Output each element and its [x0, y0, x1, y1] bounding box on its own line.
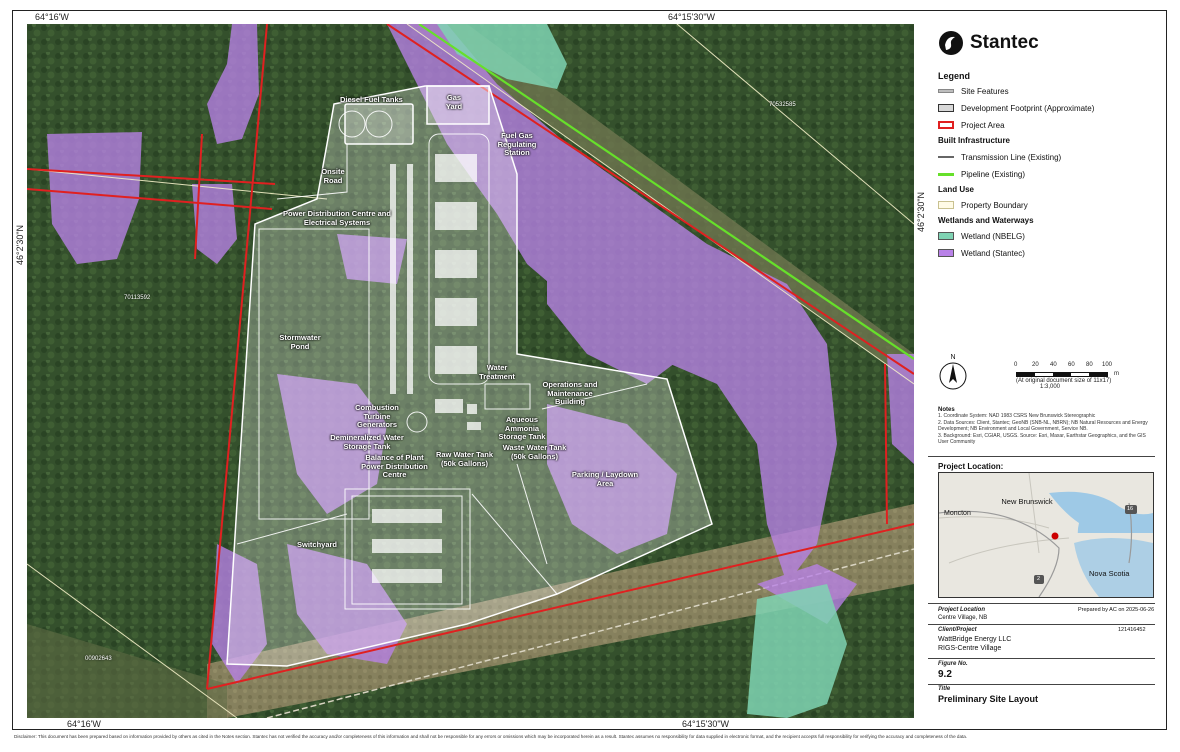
scale-note: (At original document size of 11x17): [1016, 378, 1112, 384]
legend-property: Property Boundary: [938, 199, 1028, 211]
project-location-label: Project Location: [938, 607, 986, 613]
site-map[interactable]: Diesel Fuel Tanks Gas Yard Fuel Gas Regu…: [27, 24, 914, 718]
prepared-by: Prepared by AC on 2025-06-26: [1078, 607, 1155, 613]
label-switchyard: Switchyard: [297, 540, 338, 549]
client-value: WattBridge Energy LLC: [938, 636, 1012, 643]
coord-bottom-left: 64°16'W: [67, 719, 101, 729]
figure-label: Figure No.: [938, 661, 968, 667]
inset-hwy16: 16: [1127, 506, 1134, 512]
client-label: Client/Project: [938, 627, 977, 633]
coord-bottom-center: 64°15'30"W: [682, 719, 730, 729]
logo-text: Stantec: [970, 32, 1039, 53]
label-bop-pdc: Balance of Plant Power Distribution Cent…: [361, 453, 428, 479]
project-location-title: Project Location:: [938, 462, 1004, 471]
swatch-dev-footprint: [938, 104, 954, 112]
scale-segments: m: [1016, 371, 1126, 377]
swatch-wetland-nbelg: [938, 232, 954, 240]
coord-right-side: 46°2'30"N: [916, 191, 926, 232]
stantec-logo-icon: [939, 31, 963, 55]
inset-new-brunswick: New Brunswick: [1001, 497, 1053, 506]
label-stormwater-pond: Stormwater Pond: [279, 333, 321, 351]
legend-built-infra: Built Infrastructure: [938, 136, 1011, 145]
label-diesel-tanks: Diesel Fuel Tanks: [340, 95, 403, 104]
stantec-logo: Stantec: [938, 30, 1039, 56]
legend-land-use: Land Use: [938, 185, 975, 194]
label-raw-water-tank: Raw Water Tank (50k Gallons): [435, 450, 494, 468]
legend-wetlands-heading: Wetlands and Waterways: [938, 216, 1034, 225]
legend-site-features: Site Features: [938, 85, 1009, 97]
north-arrow: N: [938, 354, 968, 396]
legend-wetland-stantec: Wetland (Stantec): [938, 247, 1025, 259]
label-ammonia-tank: Aqueous Ammonia Storage Tank: [498, 415, 546, 441]
label-onsite-road: Onsite Road: [321, 167, 345, 185]
coord-top-center: 64°15'30"W: [668, 12, 716, 22]
inset-nova-scotia: Nova Scotia: [1089, 569, 1130, 578]
legend-project-area: Project Area: [938, 119, 1005, 131]
swatch-site-features: [938, 89, 954, 93]
label-fuel-gas-station: Fuel Gas Regulating Station: [497, 131, 537, 157]
north-arrow-icon: [939, 362, 967, 390]
inset-map[interactable]: Moncton New Brunswick Nova Scotia 16 2: [938, 472, 1154, 598]
disclaimer: Disclaimer: This document has been prepa…: [14, 734, 968, 739]
swatch-project-area: [938, 121, 954, 129]
legend-title: Legend: [938, 71, 971, 81]
label-gas-yard: Gas Yard: [445, 93, 463, 111]
label-demin-tank: Demineralized Water Storage Tank: [330, 433, 404, 451]
label-parking-laydown: Parking / Laydown Area: [571, 470, 639, 488]
side-panel: Stantec Legend Site Features Development…: [928, 24, 1155, 718]
label-water-treatment: Water Treatment: [479, 363, 515, 381]
legend-wetland-nbelg: Wetland (NBELG): [938, 230, 1025, 242]
label-operations-building: Operations and Maintenance Building: [542, 380, 598, 406]
note-line-5: User Community: [938, 439, 976, 445]
label-waste-water-tank: Waste Water Tank (50k Gallons): [502, 443, 567, 461]
project-location-value: Centre Village, NB: [938, 615, 988, 621]
label-combustion-turbines: Combustion Turbine Generators: [355, 403, 399, 429]
map-graphics: [27, 24, 914, 718]
inset-hwy2: 2: [1037, 576, 1041, 582]
parcel-id-3: 00902643: [85, 656, 112, 662]
notes-block: Notes 1. Coordinate System: NAD 1983 CSR…: [938, 407, 1153, 446]
project-number: 121416452: [1118, 627, 1146, 633]
title-label: Title: [938, 686, 951, 692]
label-power-distribution: Power Distribution Centre and Electrical…: [283, 209, 391, 227]
swatch-transmission: [938, 156, 954, 158]
title-value: Preliminary Site Layout: [938, 694, 1039, 704]
scale-tick-labels: 0 20 40 60 80 100: [1014, 362, 1113, 368]
parcel-id-2: 70113592: [124, 295, 151, 301]
scale-ratio: 1:3,000: [1040, 384, 1061, 390]
parcel-id-1: 70532585: [769, 102, 796, 108]
legend-transmission: Transmission Line (Existing): [938, 151, 1061, 163]
swatch-property: [938, 201, 954, 209]
coord-left-side: 46°2'30"N: [15, 224, 25, 265]
figure-value: 9.2: [938, 669, 952, 680]
swatch-pipeline: [938, 172, 954, 176]
inset-map-graphics: [939, 473, 1153, 597]
project-value: RIGS-Centre Village: [938, 645, 1002, 652]
swatch-wetland-stantec: [938, 249, 954, 257]
scale-bar: 0 20 40 60 80 100 m (At original documen…: [1014, 362, 1126, 390]
coord-top-left: 64°16'W: [35, 12, 69, 22]
legend-pipeline: Pipeline (Existing): [938, 168, 1025, 180]
inset-moncton: Moncton: [944, 510, 971, 517]
inset-project-marker: [1051, 532, 1059, 540]
legend-dev-footprint: Development Footprint (Approximate): [938, 102, 1094, 114]
